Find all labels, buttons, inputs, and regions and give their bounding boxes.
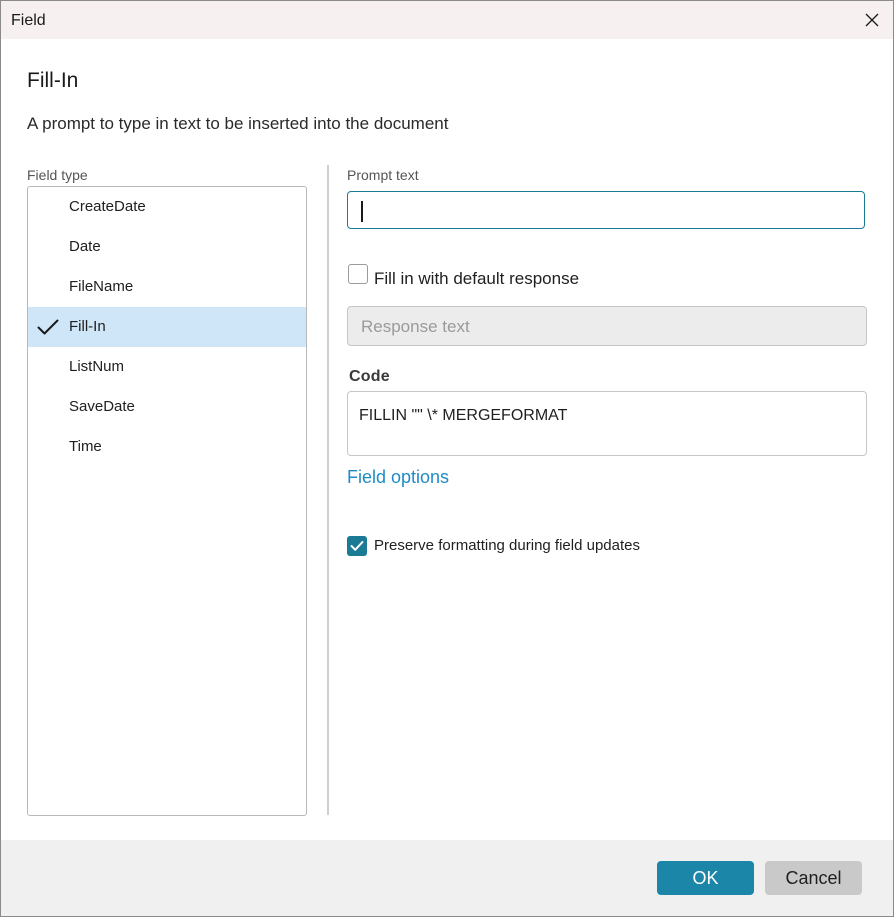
- default-response-label[interactable]: Fill in with default response: [374, 269, 579, 289]
- list-item-fill-in[interactable]: Fill-In: [28, 307, 306, 347]
- list-item-label: FileName: [69, 278, 134, 295]
- list-item-label: CreateDate: [69, 198, 146, 215]
- list-item-label: Time: [69, 438, 102, 455]
- preserve-formatting-label[interactable]: Preserve formatting during field updates: [374, 537, 640, 554]
- list-item-label: Date: [69, 238, 101, 255]
- cancel-button[interactable]: Cancel: [765, 861, 862, 895]
- checkmark-icon: [350, 541, 364, 551]
- field-dialog: Field Fill-In A prompt to type in text t…: [0, 0, 894, 917]
- title-bar: Field: [1, 1, 893, 39]
- field-type-list: CreateDate Date FileName Fill-In ListNum…: [27, 186, 307, 816]
- list-item-date[interactable]: Date: [28, 227, 306, 267]
- window-title: Field: [11, 12, 46, 29]
- list-item-time[interactable]: Time: [28, 427, 306, 467]
- prompt-text-input[interactable]: [347, 191, 865, 229]
- checkmark-icon: [37, 319, 59, 335]
- prompt-text-label: Prompt text: [347, 167, 419, 183]
- code-text: FILLIN "" \* MERGEFORMAT: [359, 407, 568, 424]
- list-item-label: SaveDate: [69, 398, 135, 415]
- field-options-link[interactable]: Field options: [347, 467, 449, 488]
- list-item-filename[interactable]: FileName: [28, 267, 306, 307]
- list-item-listnum[interactable]: ListNum: [28, 347, 306, 387]
- response-text-input: Response text: [347, 306, 867, 346]
- dialog-footer: [1, 840, 893, 916]
- list-item-label: ListNum: [69, 358, 125, 375]
- list-item-label: Fill-In: [69, 318, 106, 335]
- field-type-label: Field type: [27, 167, 88, 183]
- panel-divider: [327, 165, 329, 815]
- field-description: A prompt to type in text to be inserted …: [27, 114, 449, 133]
- default-response-checkbox[interactable]: [348, 264, 368, 284]
- field-heading: Fill-In: [27, 69, 79, 92]
- text-caret: [361, 201, 363, 222]
- ok-button[interactable]: OK: [657, 861, 754, 895]
- preserve-formatting-checkbox[interactable]: [347, 536, 367, 556]
- code-field[interactable]: FILLIN "" \* MERGEFORMAT: [347, 391, 867, 456]
- close-icon: [865, 13, 879, 27]
- code-label: Code: [349, 368, 390, 385]
- list-item-createdate[interactable]: CreateDate: [28, 187, 306, 227]
- response-text-placeholder: Response text: [361, 317, 470, 336]
- close-button[interactable]: [857, 5, 887, 35]
- list-item-savedate[interactable]: SaveDate: [28, 387, 306, 427]
